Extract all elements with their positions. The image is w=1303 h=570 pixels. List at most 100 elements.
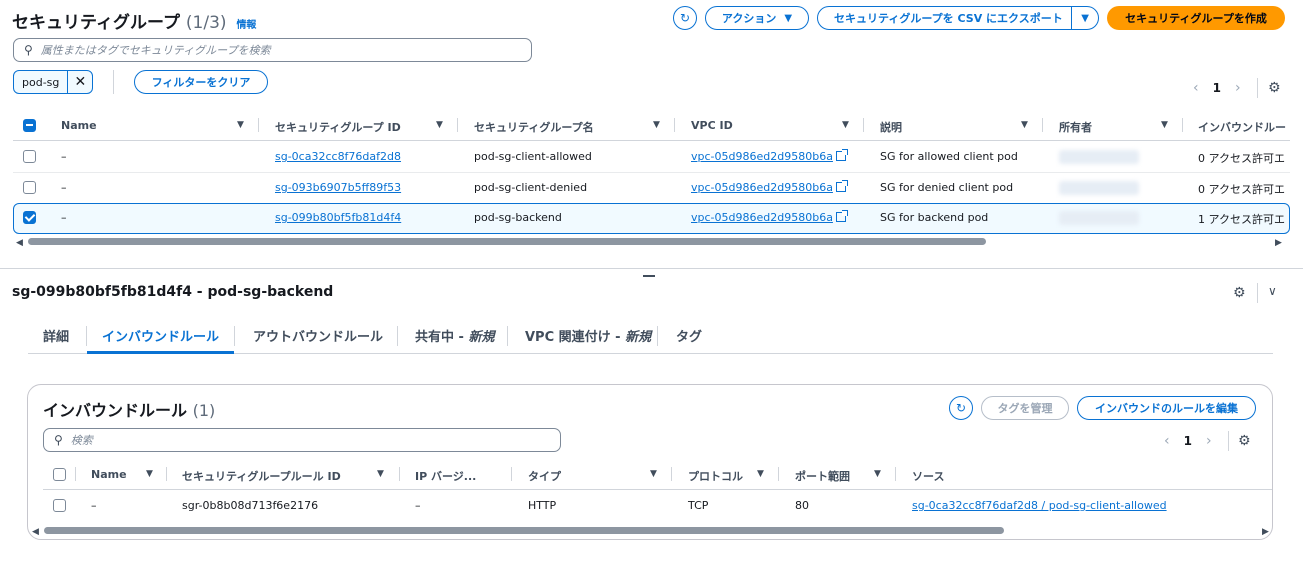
col-header-sg-id[interactable]: セキュリティグループ ID	[275, 119, 401, 135]
divider	[1257, 283, 1258, 303]
sort-caret-icon[interactable]: ▼	[653, 120, 660, 130]
vpc-id-link[interactable]: vpc-05d986ed2d9580b6a	[691, 180, 848, 194]
sort-caret-icon[interactable]: ▼	[874, 469, 881, 479]
row-divider	[13, 172, 1290, 173]
refresh-button[interactable]: ↻	[673, 6, 697, 30]
col-header-owner[interactable]: 所有者	[1059, 119, 1092, 135]
col-divider	[778, 467, 779, 481]
sort-caret-icon[interactable]: ▼	[650, 469, 657, 479]
chevron-right-icon[interactable]: ›	[1235, 80, 1241, 96]
detail-tabs: 詳細 インバウンドルール アウトバウンドルール 共有中 - 新規 VPC 関連付…	[28, 318, 1273, 354]
tab-details[interactable]: 詳細	[43, 326, 69, 345]
inbound-search-input[interactable]	[70, 433, 527, 447]
sg-id-link[interactable]: sg-0ca32cc8f76daf2d8	[275, 150, 401, 163]
tab-tags[interactable]: タグ	[676, 326, 702, 345]
tab-outbound-rules[interactable]: アウトバウンドルール	[253, 326, 383, 345]
sg-search-input[interactable]	[40, 43, 498, 57]
col-divider	[1182, 118, 1183, 132]
chevron-left-icon[interactable]: ‹	[1164, 433, 1170, 449]
tab-sharing[interactable]: 共有中 - 新規	[415, 326, 494, 345]
col-header-protocol[interactable]: プロトコル	[688, 468, 743, 484]
divider	[1257, 78, 1258, 98]
col-header-inbound[interactable]: インバウンドルー	[1198, 119, 1286, 135]
tab-vpc-associations[interactable]: VPC 関連付け - 新規	[525, 326, 651, 345]
tab-inbound-rules[interactable]: インバウンドルール	[102, 326, 219, 345]
tab-divider	[86, 326, 87, 346]
scroll-right-icon[interactable]: ▶	[1275, 238, 1282, 248]
split-handle-icon[interactable]	[643, 275, 655, 277]
selection-count: (1/3)	[185, 13, 227, 33]
col-header-description[interactable]: 説明	[880, 119, 902, 135]
export-csv-button[interactable]: セキュリティグループを CSV にエクスポート ▼	[817, 6, 1099, 30]
vpc-id-link[interactable]: vpc-05d986ed2d9580b6a	[691, 149, 848, 163]
sort-caret-icon[interactable]: ▼	[1161, 120, 1168, 130]
col-header-port-range[interactable]: ポート範囲	[795, 468, 850, 484]
col-header-name[interactable]: Name	[91, 468, 127, 481]
export-dropdown-icon[interactable]: ▼	[1072, 13, 1098, 24]
split-divider[interactable]	[0, 268, 1303, 269]
sg-search-input-wrapper[interactable]: ⚲	[13, 38, 532, 62]
caret-down-icon: ▼	[784, 12, 793, 24]
sg-id-link[interactable]: sg-093b6907b5ff89f53	[275, 181, 401, 194]
col-header-vpc-id[interactable]: VPC ID	[691, 119, 733, 132]
col-header-name[interactable]: Name	[61, 119, 97, 132]
settings-gear-icon[interactable]: ⚙	[1268, 80, 1281, 96]
chevron-right-icon[interactable]: ›	[1206, 433, 1212, 449]
collapse-chevron-icon[interactable]: ∨	[1268, 284, 1277, 298]
edit-inbound-rules-button[interactable]: インバウンドのルールを編集	[1077, 396, 1256, 420]
source-sg-link[interactable]: sg-0ca32cc8f76daf2d8 / pod-sg-client-all…	[912, 499, 1167, 512]
inbound-pagination: ‹ 1 ›	[1164, 433, 1212, 449]
create-security-group-button[interactable]: セキュリティグループを作成	[1107, 6, 1285, 30]
col-header-type[interactable]: タイプ	[528, 468, 561, 484]
col-divider	[895, 467, 896, 481]
inbound-refresh-button[interactable]: ↻	[949, 396, 973, 420]
vpc-id-link[interactable]: vpc-05d986ed2d9580b6a	[691, 210, 848, 224]
sg-id-link[interactable]: sg-099b80bf5fb81d4f4	[275, 211, 401, 224]
col-divider	[674, 118, 675, 132]
actions-dropdown[interactable]: アクション ▼	[705, 6, 809, 30]
row-checkbox[interactable]	[23, 181, 36, 194]
sort-caret-icon[interactable]: ▼	[1021, 120, 1028, 130]
scroll-right-icon[interactable]: ▶	[1262, 527, 1269, 537]
col-divider	[671, 467, 672, 481]
tab-divider	[234, 326, 235, 346]
chevron-left-icon[interactable]: ‹	[1193, 80, 1199, 96]
page-number[interactable]: 1	[1213, 81, 1221, 95]
owner-redacted	[1059, 211, 1139, 225]
row-checkbox[interactable]	[23, 150, 36, 163]
col-divider	[1042, 118, 1043, 132]
sort-caret-icon[interactable]: ▼	[237, 120, 244, 130]
col-header-rule-id[interactable]: セキュリティグループルール ID	[182, 468, 341, 484]
col-divider	[511, 467, 512, 481]
col-divider	[457, 118, 458, 132]
scroll-left-icon[interactable]: ◀	[32, 527, 39, 537]
sort-caret-icon[interactable]: ▼	[377, 469, 384, 479]
owner-redacted	[1059, 181, 1139, 195]
row-checkbox[interactable]	[53, 499, 66, 512]
select-all-checkbox[interactable]	[53, 468, 66, 481]
sort-caret-icon[interactable]: ▼	[436, 120, 443, 130]
info-link[interactable]: 情報	[236, 20, 256, 31]
select-all-checkbox[interactable]	[23, 119, 36, 132]
settings-gear-icon[interactable]: ⚙	[1233, 285, 1246, 301]
sort-caret-icon[interactable]: ▼	[842, 120, 849, 130]
horizontal-scrollbar[interactable]	[28, 238, 986, 245]
sort-caret-icon[interactable]: ▼	[146, 469, 153, 479]
inbound-search-wrapper[interactable]: ⚲	[43, 428, 561, 452]
col-header-source[interactable]: ソース	[912, 468, 944, 484]
refresh-icon: ↻	[679, 11, 691, 25]
horizontal-scrollbar[interactable]	[44, 527, 1004, 534]
row-checkbox[interactable]	[23, 211, 36, 224]
remove-filter-icon[interactable]: ✕	[68, 71, 92, 93]
manage-tags-button[interactable]: タグを管理	[981, 396, 1069, 420]
refresh-icon: ↻	[955, 401, 967, 415]
col-divider	[863, 118, 864, 132]
scroll-left-icon[interactable]: ◀	[16, 238, 23, 248]
col-divider	[166, 467, 167, 481]
col-header-ip-version[interactable]: IP バージ...	[415, 468, 476, 484]
settings-gear-icon[interactable]: ⚙	[1238, 433, 1251, 449]
page-number[interactable]: 1	[1184, 434, 1192, 448]
col-header-sg-name[interactable]: セキュリティグループ名	[474, 119, 594, 135]
sort-caret-icon[interactable]: ▼	[757, 469, 764, 479]
clear-filters-button[interactable]: フィルターをクリア	[134, 70, 268, 94]
